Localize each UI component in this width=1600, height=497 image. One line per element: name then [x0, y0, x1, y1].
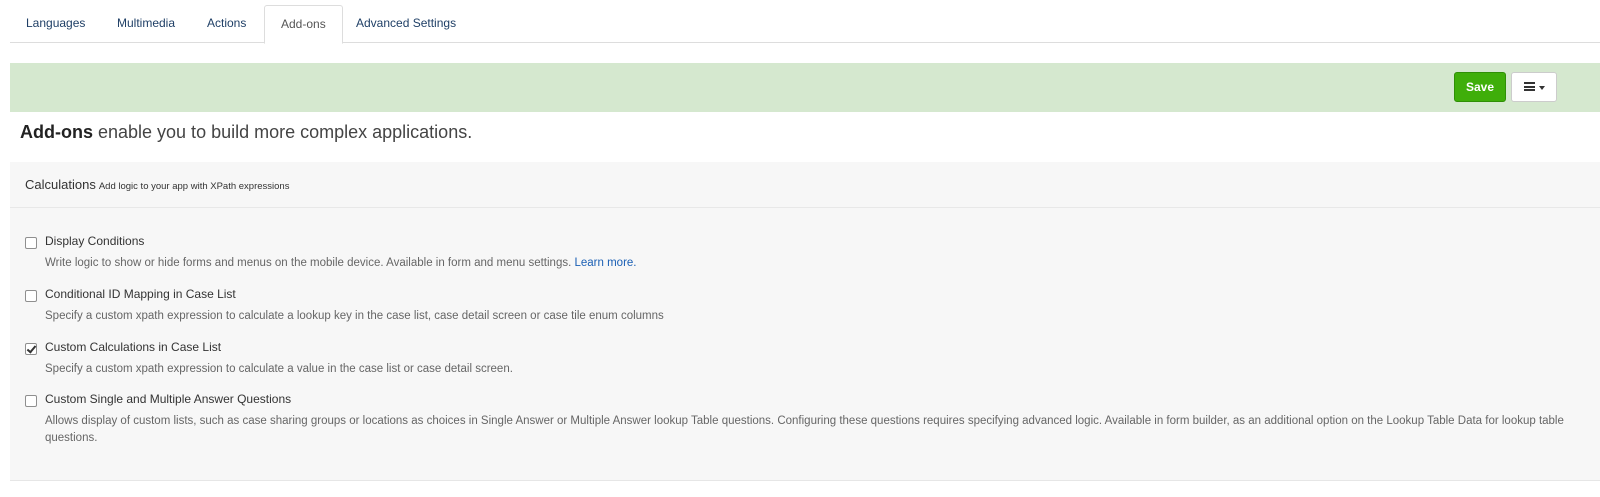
addon-description-text: Write logic to show or hide forms and me…	[45, 257, 572, 269]
options-menu-button[interactable]	[1511, 72, 1557, 102]
caret-down-icon	[1539, 86, 1545, 90]
tab-actions[interactable]: Actions	[191, 5, 262, 43]
custom-calculations-checkbox[interactable]	[25, 343, 37, 355]
addon-title: Custom Single and Multiple Answer Questi…	[45, 392, 292, 406]
tab-add-ons[interactable]: Add-ons	[264, 5, 343, 44]
display-conditions-checkbox[interactable]	[25, 237, 37, 249]
panel-title: Calculations Add logic to your app with X…	[25, 177, 289, 192]
conditional-id-mapping-checkbox[interactable]	[25, 290, 37, 302]
addon-description: Allows display of custom lists, such as …	[45, 415, 1564, 444]
addon-title: Conditional ID Mapping in Case List	[45, 287, 236, 301]
learn-more-link[interactable]: Learn more.	[575, 257, 637, 269]
panel-title-text: Calculations	[25, 177, 96, 192]
addon-title: Custom Calculations in Case List	[45, 340, 222, 354]
addon-description: Write logic to show or hide forms and me…	[45, 255, 1565, 272]
intro-heading: Add-ons	[20, 122, 93, 142]
save-bar: Save	[10, 63, 1600, 112]
tab-languages[interactable]: Languages	[10, 5, 101, 43]
addon-title: Display Conditions	[45, 234, 145, 248]
tab-multimedia[interactable]: Multimedia	[101, 5, 191, 43]
calculations-panel: Calculations Add logic to your app with X…	[10, 162, 1600, 481]
panel-header: Calculations Add logic to your app with X…	[10, 162, 1600, 208]
page-intro: Add-ons enable you to build more complex…	[20, 122, 472, 143]
addon-description: Specify a custom xpath expression to cal…	[45, 363, 513, 375]
hamburger-menu-icon	[1524, 82, 1535, 91]
tab-advanced-settings[interactable]: Advanced Settings	[340, 5, 472, 43]
addon-description: Specify a custom xpath expression to cal…	[45, 310, 664, 322]
intro-text: enable you to build more complex applica…	[92, 122, 473, 142]
tab-bar: Languages Multimedia Actions Add-ons Adv…	[10, 0, 1600, 44]
save-button[interactable]: Save	[1454, 72, 1506, 102]
panel-subtitle: Add logic to your app with XPath express…	[98, 181, 290, 192]
custom-answer-questions-checkbox[interactable]	[25, 395, 37, 407]
